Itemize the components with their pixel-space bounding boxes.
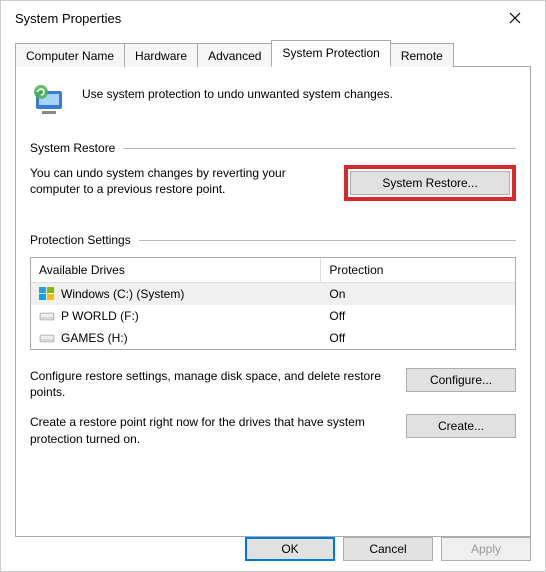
window-title: System Properties bbox=[15, 11, 121, 26]
column-header-protection[interactable]: Protection bbox=[321, 258, 515, 282]
tab-label: Remote bbox=[401, 49, 443, 63]
section-label: System Restore bbox=[30, 141, 115, 155]
tab-hardware[interactable]: Hardware bbox=[124, 43, 198, 67]
button-label: OK bbox=[281, 542, 298, 556]
tab-computer-name[interactable]: Computer Name bbox=[15, 43, 125, 67]
drives-table-header: Available Drives Protection bbox=[31, 258, 515, 283]
button-label: Create... bbox=[438, 419, 484, 433]
system-protection-icon bbox=[30, 81, 68, 119]
drives-table: Available Drives Protection Windows (C:)… bbox=[30, 257, 516, 350]
system-restore-row: You can undo system changes by reverting… bbox=[30, 165, 516, 201]
titlebar: System Properties bbox=[1, 1, 545, 35]
system-properties-dialog: System Properties Computer Name Hardware… bbox=[0, 0, 546, 572]
tab-panel-system-protection: Use system protection to undo unwanted s… bbox=[15, 67, 531, 537]
drive-name: P WORLD (F:) bbox=[61, 309, 139, 323]
protection-cell: Off bbox=[321, 330, 515, 346]
tab-label: System Protection bbox=[282, 46, 379, 60]
cancel-button[interactable]: Cancel bbox=[343, 537, 433, 561]
system-restore-desc: You can undo system changes by reverting… bbox=[30, 165, 324, 197]
button-label: Cancel bbox=[369, 542, 406, 556]
table-row[interactable]: GAMES (H:) Off bbox=[31, 327, 515, 349]
hdd-icon bbox=[39, 331, 55, 345]
protection-settings-heading: Protection Settings bbox=[30, 233, 516, 247]
protection-cell: Off bbox=[321, 308, 515, 324]
button-label: System Restore... bbox=[382, 176, 477, 190]
configure-row: Configure restore settings, manage disk … bbox=[30, 368, 516, 400]
button-label: Apply bbox=[471, 542, 501, 556]
tab-label: Advanced bbox=[208, 49, 261, 63]
apply-button[interactable]: Apply bbox=[441, 537, 531, 561]
protection-cell: On bbox=[321, 286, 515, 302]
table-row[interactable]: Windows (C:) (System) On bbox=[31, 283, 515, 305]
drive-cell: P WORLD (F:) bbox=[31, 308, 321, 324]
divider bbox=[123, 148, 516, 149]
create-desc: Create a restore point right now for the… bbox=[30, 414, 386, 446]
configure-desc: Configure restore settings, manage disk … bbox=[30, 368, 386, 400]
intro-row: Use system protection to undo unwanted s… bbox=[30, 81, 516, 119]
create-row: Create a restore point right now for the… bbox=[30, 414, 516, 446]
tab-strip: Computer Name Hardware Advanced System P… bbox=[15, 39, 531, 67]
system-restore-button[interactable]: System Restore... bbox=[350, 171, 510, 195]
hdd-icon bbox=[39, 309, 55, 323]
tab-system-protection[interactable]: System Protection bbox=[271, 40, 390, 67]
divider bbox=[139, 240, 516, 241]
windows-drive-icon bbox=[39, 287, 55, 301]
close-icon bbox=[509, 12, 521, 24]
tab-advanced[interactable]: Advanced bbox=[197, 43, 272, 67]
tab-remote[interactable]: Remote bbox=[390, 43, 454, 67]
table-row[interactable]: P WORLD (F:) Off bbox=[31, 305, 515, 327]
tab-label: Computer Name bbox=[26, 49, 114, 63]
section-label: Protection Settings bbox=[30, 233, 131, 247]
highlight-box: System Restore... bbox=[344, 165, 516, 201]
system-restore-heading: System Restore bbox=[30, 141, 516, 155]
drive-name: Windows (C:) (System) bbox=[61, 287, 184, 301]
drive-name: GAMES (H:) bbox=[61, 331, 128, 345]
ok-button[interactable]: OK bbox=[245, 537, 335, 561]
drive-cell: Windows (C:) (System) bbox=[31, 286, 321, 302]
drive-cell: GAMES (H:) bbox=[31, 330, 321, 346]
column-header-drives[interactable]: Available Drives bbox=[31, 258, 321, 282]
tab-label: Hardware bbox=[135, 49, 187, 63]
intro-text: Use system protection to undo unwanted s… bbox=[82, 81, 393, 101]
create-button[interactable]: Create... bbox=[406, 414, 516, 438]
dialog-button-row: OK Cancel Apply bbox=[245, 537, 531, 561]
configure-button[interactable]: Configure... bbox=[406, 368, 516, 392]
button-label: Configure... bbox=[430, 373, 492, 387]
close-button[interactable] bbox=[495, 3, 535, 33]
